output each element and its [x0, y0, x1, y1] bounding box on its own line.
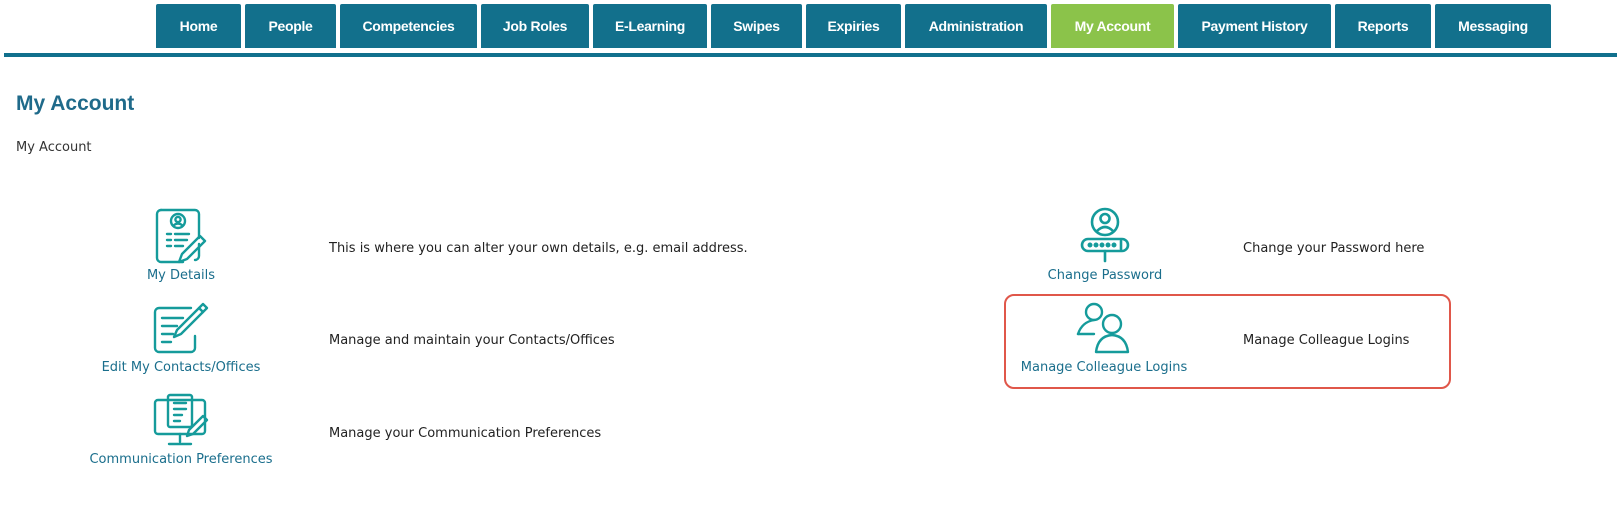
communication-preferences-label: Communication Preferences — [89, 452, 273, 467]
change-password-label: Change Password — [1047, 268, 1163, 283]
tab-payment-history[interactable]: Payment History — [1178, 4, 1331, 48]
tab-messaging[interactable]: Messaging — [1435, 4, 1551, 48]
tab-expiries[interactable]: Expiries — [806, 4, 901, 48]
monitor-document-icon — [153, 393, 209, 446]
tab-e-learning[interactable]: E-Learning — [593, 4, 707, 48]
users-icon — [1076, 302, 1130, 354]
communication-preferences-link[interactable]: Communication Preferences — [81, 392, 281, 467]
tab-reports[interactable]: Reports — [1335, 4, 1431, 48]
tab-home[interactable]: Home — [156, 4, 241, 48]
change-password-description: Change your Password here — [1243, 241, 1425, 256]
edit-contacts-description: Manage and maintain your Contacts/Office… — [329, 333, 615, 348]
manage-colleague-logins-label: Manage Colleague Logins — [1020, 360, 1188, 375]
tab-administration[interactable]: Administration — [905, 4, 1047, 48]
tab-people[interactable]: People — [245, 4, 336, 48]
edit-document-icon — [153, 302, 209, 354]
change-password-link[interactable]: Change Password — [1030, 206, 1180, 283]
my-details-link[interactable]: My Details — [111, 204, 251, 283]
communication-preferences-description: Manage your Communication Preferences — [329, 426, 602, 441]
breadcrumb: My Account — [16, 140, 92, 155]
my-details-description: This is where you can alter your own det… — [329, 241, 748, 256]
manage-colleague-logins-description: Manage Colleague Logins — [1243, 333, 1410, 348]
page-title: My Account — [16, 92, 135, 115]
nav-divider — [4, 53, 1617, 57]
edit-contacts-label: Edit My Contacts/Offices — [101, 360, 261, 375]
manage-colleague-logins-link[interactable]: Manage Colleague Logins — [1014, 300, 1194, 375]
profile-document-icon — [155, 208, 207, 264]
tab-my-account[interactable]: My Account — [1051, 4, 1174, 48]
main-navigation: Home People Competencies Job Roles E-Lea… — [0, 4, 1617, 54]
tab-competencies[interactable]: Competencies — [340, 4, 477, 48]
tab-swipes[interactable]: Swipes — [711, 4, 802, 48]
tab-job-roles[interactable]: Job Roles — [481, 4, 589, 48]
my-details-label: My Details — [146, 268, 216, 283]
user-password-icon — [1080, 207, 1130, 263]
edit-contacts-link[interactable]: Edit My Contacts/Offices — [91, 300, 271, 375]
